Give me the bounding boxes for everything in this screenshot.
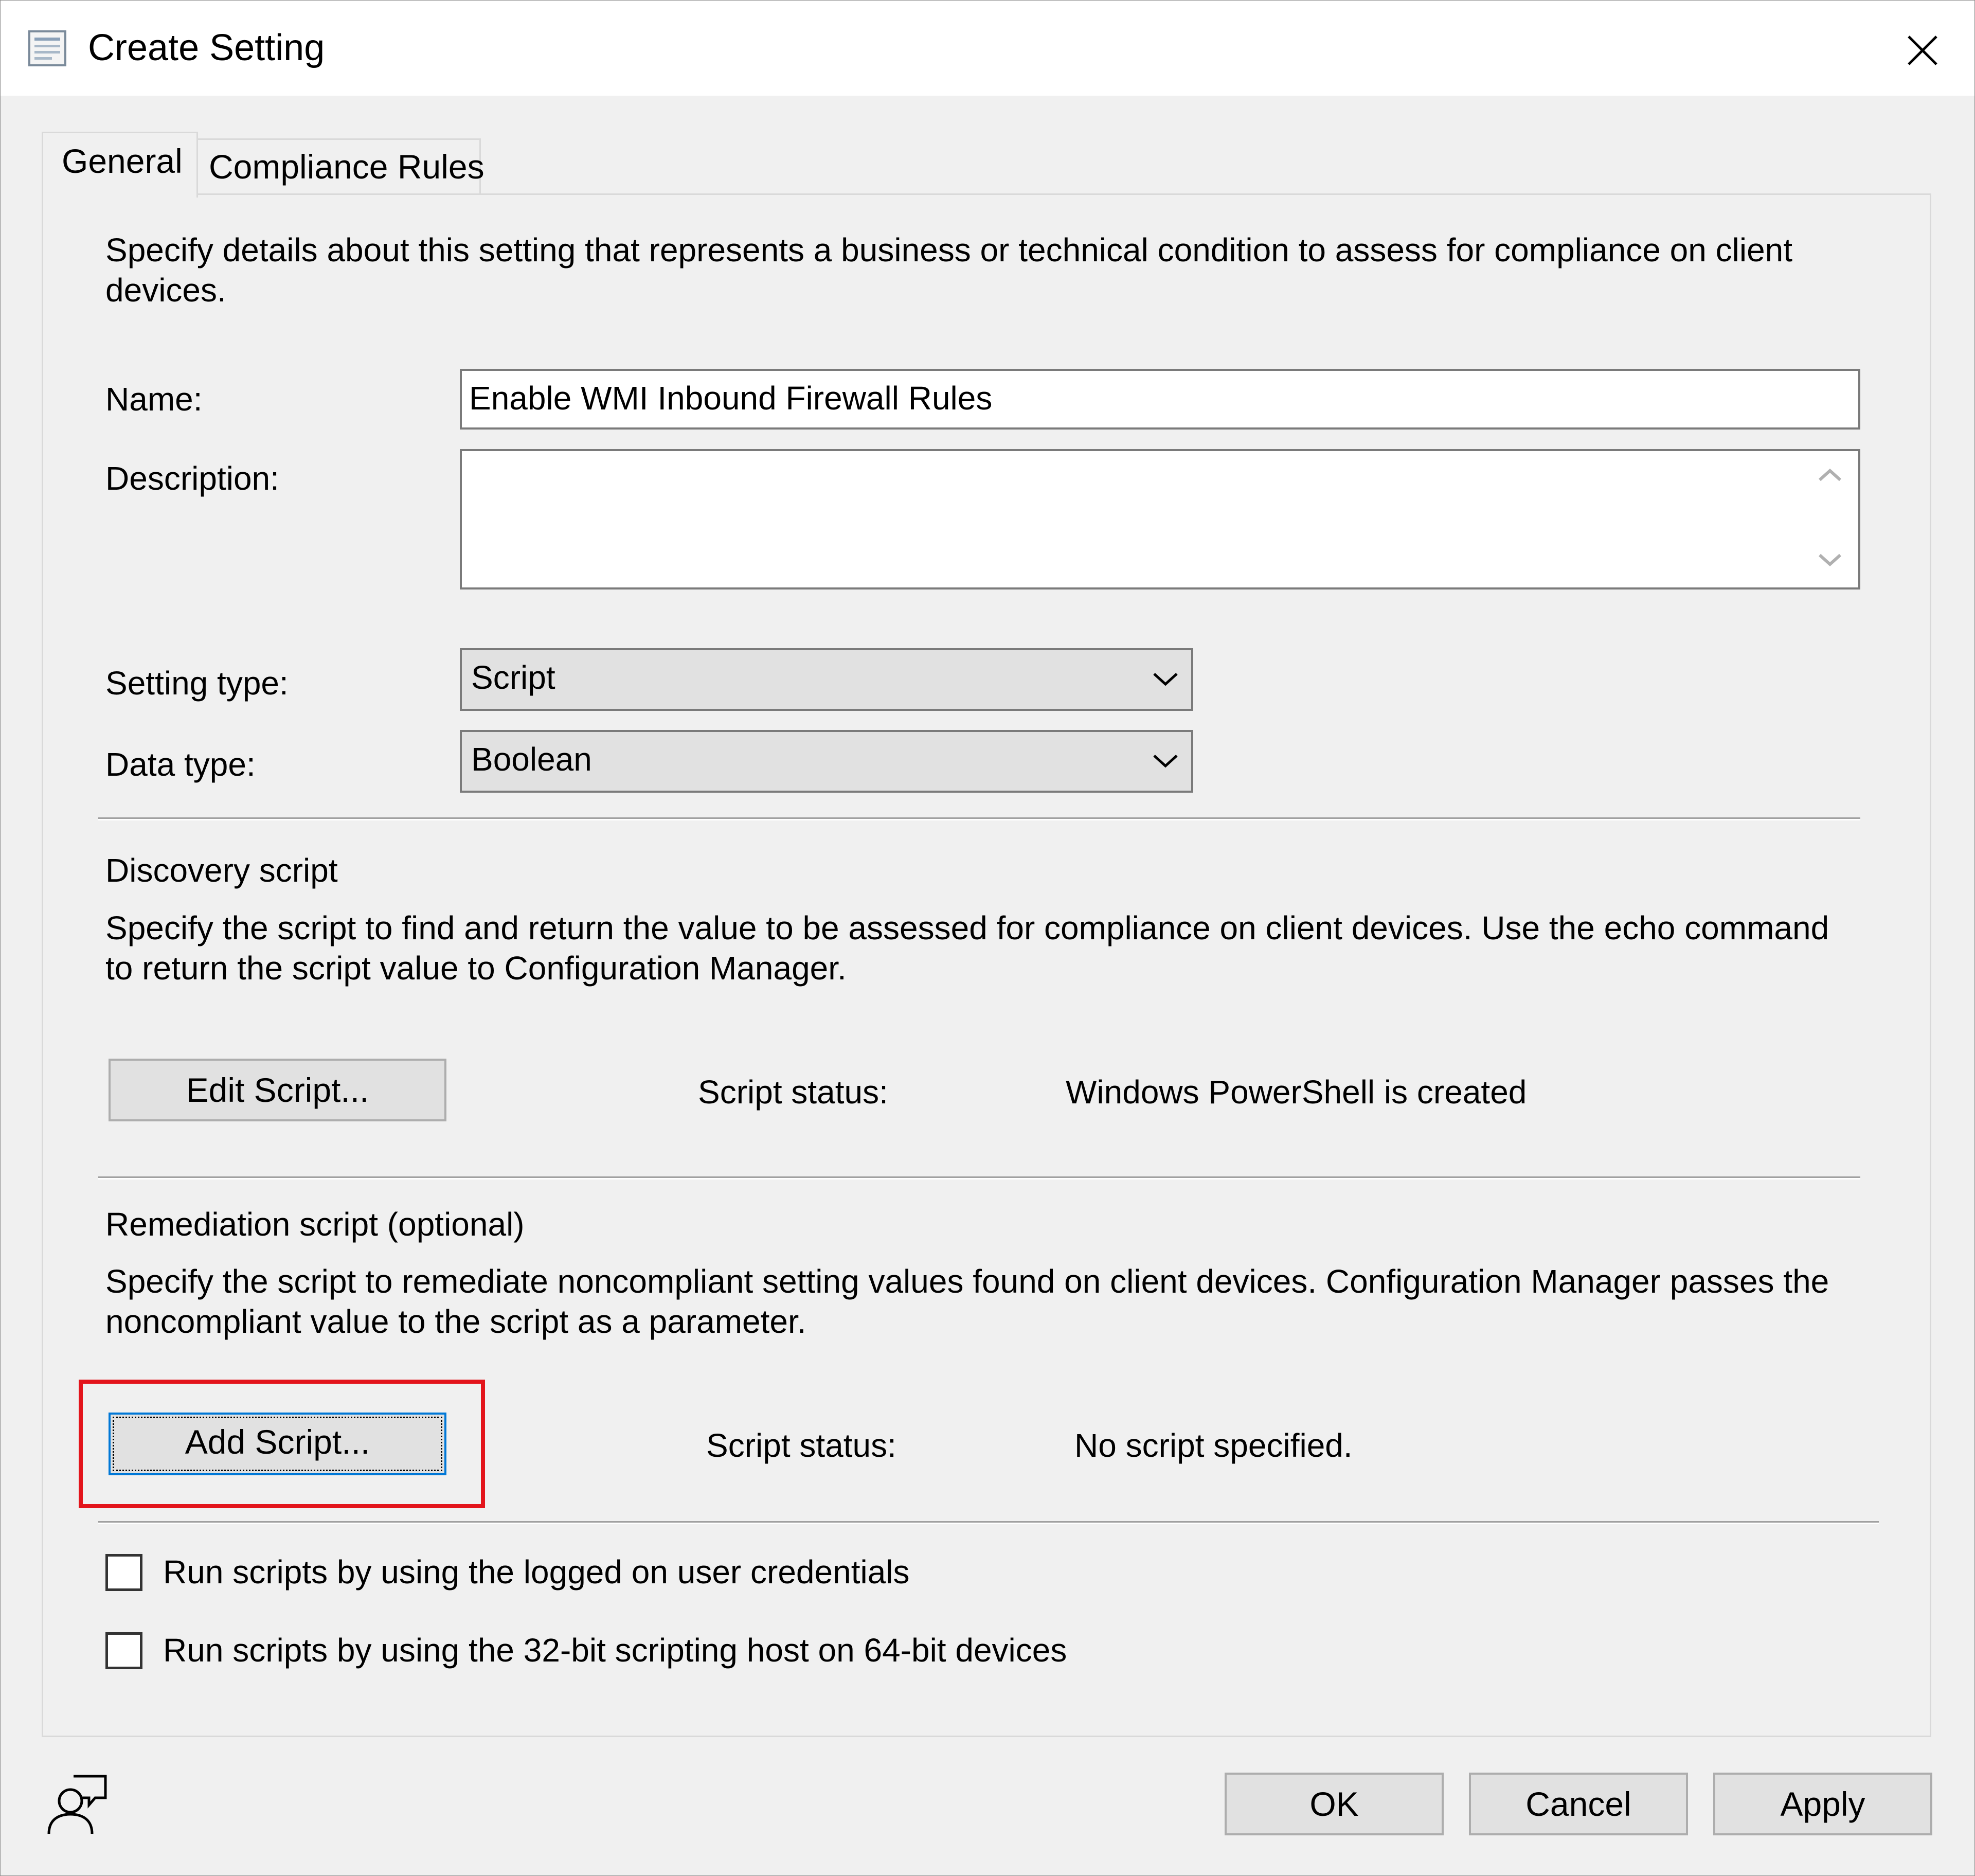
apply-button[interactable]: Apply [1713, 1773, 1932, 1835]
user-help-icon[interactable] [42, 1769, 110, 1837]
tab-general[interactable]: General [42, 132, 198, 198]
name-field-value: Enable WMI Inbound Firewall Rules [469, 380, 993, 417]
name-label: Name: [105, 381, 203, 418]
add-script-button[interactable]: Add Script... [109, 1413, 446, 1475]
scroll-up-icon[interactable] [1815, 466, 1845, 484]
chevron-down-icon [1153, 755, 1178, 768]
discovery-status-value: Windows PowerShell is created [1066, 1074, 1527, 1111]
remediation-status-label: Script status: [706, 1427, 896, 1464]
separator [98, 1176, 1860, 1180]
window-title: Create Setting [88, 27, 325, 68]
discovery-description: Specify the script to find and return th… [105, 909, 1829, 987]
remediation-status-value: No script specified. [1074, 1427, 1353, 1464]
32bit-scripting-host-label: Run scripts by using the 32-bit scriptin… [163, 1632, 1067, 1669]
separator [98, 1521, 1879, 1524]
setting-type-value: Script [471, 659, 555, 696]
tab-general-label: General [62, 142, 183, 180]
logged-on-user-credentials-checkbox[interactable] [105, 1554, 142, 1591]
setting-type-select[interactable]: Script [460, 648, 1193, 711]
description-label: Description: [105, 460, 279, 497]
title-bar: Create Setting [1, 1, 1974, 96]
tab-compliance-rules-label: Compliance Rules [209, 148, 484, 186]
document-settings-icon [28, 30, 66, 66]
data-type-select[interactable]: Boolean [460, 730, 1193, 793]
logged-on-user-credentials-label: Run scripts by using the logged on user … [163, 1553, 910, 1591]
scroll-down-icon[interactable] [1815, 551, 1845, 569]
cancel-button[interactable]: Cancel [1469, 1773, 1688, 1835]
intro-text: Specify details about this setting that … [105, 231, 1793, 309]
discovery-status-label: Script status: [698, 1074, 888, 1111]
create-setting-dialog: Create Setting General Compliance Rules … [0, 0, 1975, 1876]
data-type-value: Boolean [471, 741, 592, 778]
chevron-down-icon [1153, 673, 1178, 686]
description-field[interactable] [460, 449, 1860, 589]
name-field[interactable]: Enable WMI Inbound Firewall Rules [460, 369, 1860, 430]
tab-compliance-rules[interactable]: Compliance Rules [196, 138, 484, 193]
ok-button[interactable]: OK [1225, 1773, 1444, 1835]
separator [98, 817, 1860, 820]
edit-script-button[interactable]: Edit Script... [109, 1059, 446, 1121]
discovery-heading: Discovery script [105, 852, 338, 889]
close-icon[interactable] [1883, 21, 1960, 78]
setting-type-label: Setting type: [105, 665, 289, 702]
focus-rectangle [113, 1417, 442, 1471]
remediation-description: Specify the script to remediate noncompl… [105, 1263, 1829, 1340]
data-type-label: Data type: [105, 746, 256, 783]
remediation-heading: Remediation script (optional) [105, 1206, 525, 1243]
32bit-scripting-host-checkbox[interactable] [105, 1632, 142, 1669]
